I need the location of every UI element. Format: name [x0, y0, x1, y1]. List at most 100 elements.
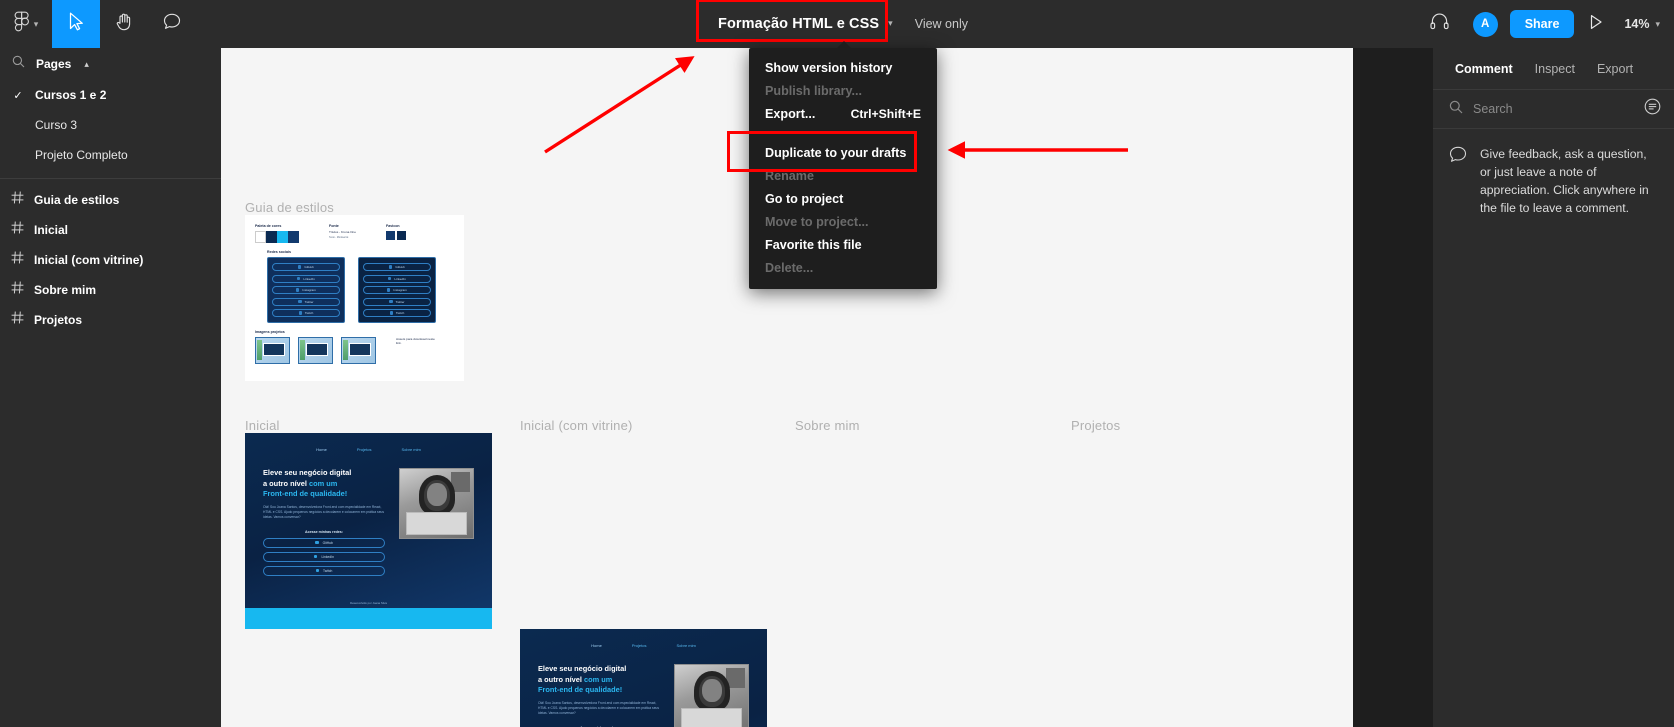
right-panel: Comment Inspect Export Search Give feedb… — [1433, 48, 1674, 727]
chevron-down-icon: ▾ — [33, 18, 39, 29]
toolbar-right: A Share 14% ▾ — [1419, 0, 1674, 48]
layer-item-label: Projetos — [34, 313, 83, 327]
page-item-cursos-1-e-2[interactable]: ✓ Cursos 1 e 2 — [0, 80, 221, 110]
site-footer-text: Desenvolvido por Joana Silva — [350, 601, 387, 605]
move-tool-button[interactable] — [52, 0, 100, 48]
comment-bubble-icon — [163, 13, 181, 35]
comment-bubble-icon — [1449, 146, 1467, 217]
sg-social-button: Instagram — [363, 286, 431, 294]
menu-item-label: Favorite this file — [765, 237, 862, 252]
sg-images-heading: Imagens projetos — [255, 330, 285, 334]
menu-item-move-to-project: Move to project... — [749, 210, 937, 233]
tab-inspect[interactable]: Inspect — [1535, 62, 1575, 76]
menu-item-favorite-this-file[interactable]: Favorite this file — [749, 233, 937, 256]
color-swatches — [255, 231, 299, 243]
sg-social-button: Instagram — [272, 286, 340, 294]
menu-item-duplicate-to-your-drafts[interactable]: Duplicate to your drafts — [749, 141, 937, 164]
frame-hash-icon — [11, 281, 24, 299]
pages-header[interactable]: Pages ▴ — [0, 48, 221, 80]
file-name-menu-button[interactable]: Formação HTML e CSS ▾ — [696, 0, 905, 42]
hand-tool-button[interactable] — [100, 0, 148, 48]
sg-palette-heading: Paleta de cores — [255, 224, 282, 228]
sg-social-button: LinkedIn — [272, 274, 340, 283]
frame-hash-icon — [11, 221, 24, 239]
toolbar-left-tools: ▾ — [0, 0, 196, 48]
search-icon — [1449, 100, 1463, 119]
sg-font-heading: Fonte — [329, 224, 339, 228]
headset-icon — [1430, 13, 1449, 35]
search-icon[interactable] — [12, 55, 25, 73]
layer-item-label: Inicial — [34, 223, 69, 237]
page-item-label: Curso 3 — [35, 118, 78, 132]
frame-label-guia-de-estilos[interactable]: Guia de estilos — [245, 200, 334, 215]
site-nav: Home Projetos Sobre mim — [316, 447, 421, 452]
sg-social-card-darker: GitHub LinkedIn Instagram Twitter Twitch — [358, 257, 436, 323]
layers-list: Guia de estilos Inicial Inicial (com vit… — [0, 185, 221, 335]
layer-item-inicial[interactable]: Inicial — [0, 215, 221, 245]
layer-item-inicial-com-vitrine[interactable]: Inicial (com vitrine) — [0, 245, 221, 275]
menu-item-go-to-project[interactable]: Go to project — [749, 187, 937, 210]
layer-item-label: Guia de estilos — [34, 193, 120, 207]
sg-favicon-heading: Favicon — [386, 224, 400, 228]
comment-search-bar — [1433, 89, 1674, 129]
sg-social-button: GitHub — [363, 263, 431, 271]
layer-item-guia-de-estilos[interactable]: Guia de estilos — [0, 185, 221, 215]
menu-item-rename: Rename — [749, 164, 937, 187]
sg-font-body: Texto - Montserrat — [329, 235, 349, 239]
sort-list-icon[interactable] — [1644, 98, 1661, 120]
frame-hash-icon — [11, 251, 24, 269]
social-heading: Acesse minhas redes: — [305, 529, 343, 534]
frame-inicial-com-vitrine[interactable]: Home Projetos Sobre mim Eleve seu negóci… — [520, 629, 767, 727]
portrait-photo — [399, 468, 474, 539]
file-dropdown-menu: Show version history Publish library... … — [749, 41, 937, 289]
audio-chat-button[interactable] — [1419, 0, 1461, 48]
chevron-up-icon[interactable]: ▴ — [84, 59, 89, 70]
layer-item-label: Inicial (com vitrine) — [34, 253, 144, 267]
play-triangle-icon — [1589, 14, 1603, 35]
frame-label-sobre-mim[interactable]: Sobre mim — [795, 418, 860, 433]
comment-empty-state: Give feedback, ask a question, or just l… — [1433, 129, 1674, 217]
social-button-twitch: Twitch — [263, 565, 385, 576]
menu-item-label: Move to project... — [765, 214, 869, 229]
left-sidebar: Pages ▴ ✓ Cursos 1 e 2 Curso 3 Projeto C… — [0, 48, 221, 727]
chevron-down-icon: ▾ — [888, 18, 893, 28]
present-button[interactable] — [1574, 0, 1618, 48]
layer-item-sobre-mim[interactable]: Sobre mim — [0, 275, 221, 305]
page-item-projeto-completo[interactable]: Projeto Completo — [0, 140, 221, 170]
menu-item-label: Show version history — [765, 60, 893, 75]
menu-item-publish-library: Publish library... — [749, 79, 937, 102]
frame-label-inicial-com-vitrine[interactable]: Inicial (com vitrine) — [520, 418, 633, 433]
user-avatar[interactable]: A — [1472, 11, 1498, 37]
check-icon: ✓ — [13, 89, 23, 102]
menu-item-show-version-history[interactable]: Show version history — [749, 56, 937, 79]
hero-heading: Eleve seu negócio digital a outro nível … — [263, 468, 352, 499]
zoom-control[interactable]: 14% ▾ — [1618, 17, 1660, 31]
frame-inicial[interactable]: Home Projetos Sobre mim Eleve seu negóci… — [245, 433, 492, 629]
menu-item-label: Rename — [765, 168, 814, 183]
menu-item-delete: Delete... — [749, 256, 937, 279]
menu-item-export[interactable]: Export... Ctrl+Shift+E — [749, 102, 937, 125]
figma-app-window: ▾ Formação HTML e CSS ▾ View only A Shar… — [0, 0, 1674, 727]
comment-tool-button[interactable] — [148, 0, 196, 48]
frame-guia-de-estilos[interactable]: Paleta de cores Fonte Títulos - Krona On… — [245, 215, 464, 381]
comment-empty-text: Give feedback, ask a question, or just l… — [1480, 147, 1649, 216]
menu-item-label: Go to project — [765, 191, 844, 206]
sg-social-button: Twitch — [272, 309, 340, 317]
sg-download-note: Assets para download neste link. — [396, 337, 435, 346]
layer-item-projetos[interactable]: Projetos — [0, 305, 221, 335]
tab-comment[interactable]: Comment — [1455, 62, 1513, 76]
social-button-linkedin: LinkedIn — [263, 551, 385, 562]
share-button[interactable]: Share — [1509, 10, 1575, 38]
frame-hash-icon — [11, 311, 24, 329]
search-input[interactable] — [1473, 102, 1634, 116]
tab-export[interactable]: Export — [1597, 62, 1633, 76]
social-button-github: GitHub — [263, 537, 385, 548]
menu-item-label: Export... — [765, 106, 816, 121]
sg-social-button: Twitter — [272, 297, 340, 306]
project-thumb — [255, 337, 290, 364]
page-item-curso-3[interactable]: Curso 3 — [0, 110, 221, 140]
frame-label-inicial[interactable]: Inicial — [245, 418, 280, 433]
frame-label-projetos[interactable]: Projetos — [1071, 418, 1120, 433]
figma-menu-button[interactable]: ▾ — [0, 11, 52, 37]
hero-paragraph: Olá! Sou Joana Santos, desenvolvedora Fr… — [263, 505, 385, 520]
